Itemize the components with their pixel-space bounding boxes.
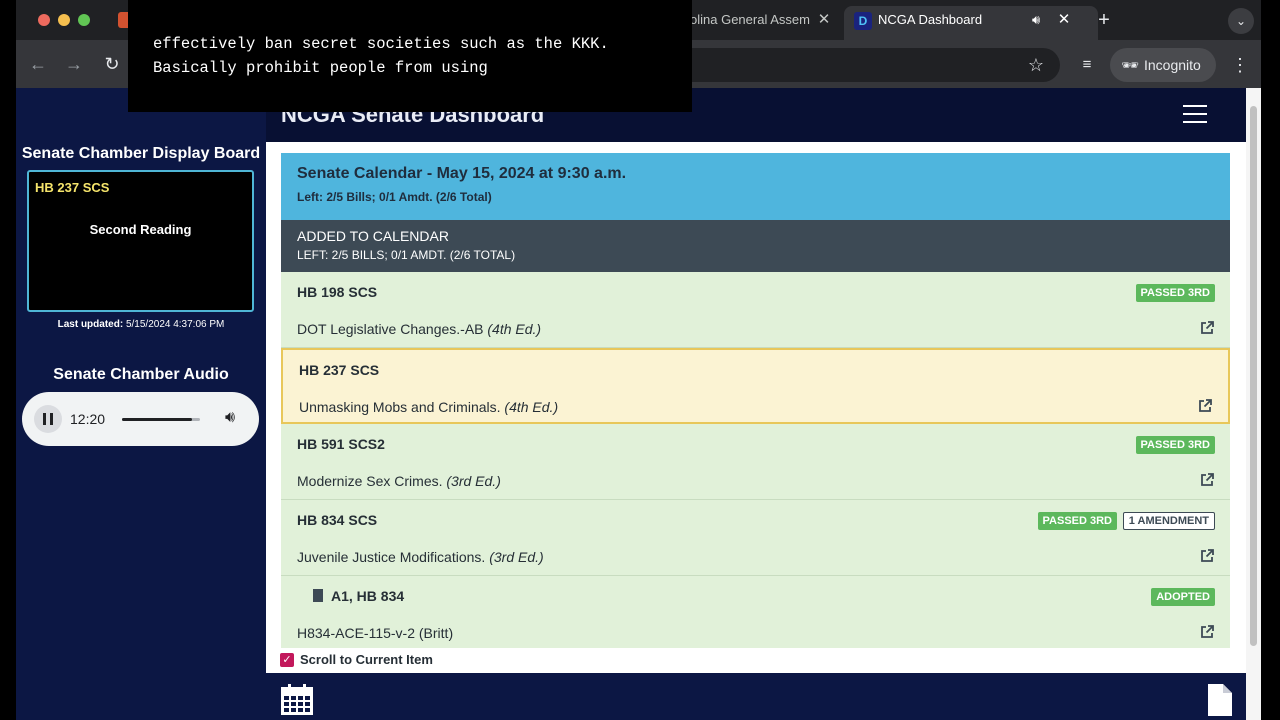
section-summary: LEFT: 2/5 BILLS; 0/1 AMDT. (2/6 TOTAL) <box>297 248 516 262</box>
item-edition: (4th Ed.) <box>487 321 542 337</box>
ncga-favicon-icon: D <box>854 12 872 30</box>
volume-icon[interactable]: 🔊︎ <box>218 406 242 430</box>
board-status: Second Reading <box>89 222 192 237</box>
item-bill-id: HB 834 SCS <box>297 512 378 528</box>
tab-close-icon[interactable]: ✕ <box>816 6 832 34</box>
section-title: ADDED TO CALENDAR <box>297 228 449 244</box>
item-edition: (3rd Ed.) <box>446 473 501 489</box>
back-arrow-icon[interactable]: ← <box>26 52 50 76</box>
external-link-icon[interactable] <box>1197 398 1213 414</box>
forward-arrow-icon[interactable]: → <box>62 52 86 76</box>
left-sidebar: Senate Chamber Display Board HB 237 SCS … <box>16 142 266 720</box>
status-badge: ADOPTED <box>1151 588 1215 606</box>
new-tab-button[interactable]: + <box>1092 8 1116 32</box>
tab-close-icon[interactable]: ✕ <box>1056 6 1072 34</box>
file-icon[interactable] <box>1208 684 1232 716</box>
item-title: Juvenile Justice Modifications. (3rd Ed.… <box>297 549 544 565</box>
browser-menu-icon[interactable]: ⋮ <box>1230 53 1250 77</box>
tab-ncga-dashboard[interactable]: D NCGA Dashboard 🔊︎ ✕ <box>844 6 1098 40</box>
calendar-summary: Left: 2/5 Bills; 0/1 Amdt. (2/6 Total) <box>297 190 492 204</box>
calendar-title: Senate Calendar - May 15, 2024 at 9:30 a… <box>297 165 627 182</box>
calendar-header: Senate Calendar - May 15, 2024 at 9:30 a… <box>281 153 1230 220</box>
scroll-checkbox[interactable]: ✓ <box>280 653 294 667</box>
document-icon <box>313 589 323 602</box>
close-window-button[interactable] <box>38 14 50 26</box>
media-controls-icon[interactable]: ≡ <box>1076 54 1098 76</box>
item-title-text: Unmasking Mobs and Criminals. <box>299 399 501 415</box>
chamber-display-board: HB 237 SCS Second Reading <box>27 170 254 312</box>
calendar-icon[interactable] <box>280 684 314 716</box>
calendar-item[interactable]: HB 834 SCS PASSED 3RD 1 AMENDMENT Juveni… <box>281 500 1230 576</box>
item-title-text: DOT Legislative Changes.-AB <box>297 321 484 337</box>
calendar-item[interactable]: HB 198 SCS PASSED 3RD DOT Legislative Ch… <box>281 272 1230 348</box>
calendar-item[interactable]: HB 591 SCS2 PASSED 3RD Modernize Sex Cri… <box>281 424 1230 500</box>
last-updated: Last updated: 5/15/2024 4:37:06 PM <box>16 319 266 330</box>
item-edition: (4th Ed.) <box>504 399 559 415</box>
external-link-icon[interactable] <box>1199 320 1215 336</box>
status-badge: PASSED 3RD <box>1135 436 1215 454</box>
item-title-text: Juvenile Justice Modifications. <box>297 549 486 565</box>
bookmark-star-icon[interactable]: ☆ <box>1024 53 1048 77</box>
external-link-icon[interactable] <box>1199 624 1215 640</box>
item-title: DOT Legislative Changes.-AB (4th Ed.) <box>297 321 541 337</box>
amendment-id-text: A1, HB 834 <box>331 588 405 604</box>
tab-title: NCGA Dashboard <box>878 12 983 27</box>
speaker-icon[interactable]: 🔊︎ <box>1032 6 1048 34</box>
dashboard-page: NCGA Senate Dashboard Senate Chamber Dis… <box>16 88 1261 720</box>
calendar-amendment-item[interactable]: A1, HB 834 ADOPTED H834-ACE-115-v-2 (Bri… <box>281 576 1230 648</box>
amendment-count-badge[interactable]: 1 AMENDMENT <box>1122 512 1215 530</box>
external-link-icon[interactable] <box>1199 548 1215 564</box>
screen: olina General Assem ✕ D NCGA Dashboard 🔊… <box>0 0 1280 720</box>
tab-general-assembly[interactable]: olina General Assem ✕ <box>676 6 844 40</box>
scrollbar-thumb[interactable] <box>1250 106 1257 646</box>
page-scrollbar[interactable] <box>1246 88 1261 720</box>
item-title: H834-ACE-115-v-2 (Britt) <box>297 625 454 641</box>
caption-overlay: effectively ban secret societies such as… <box>128 0 692 112</box>
calendar-items: HB 198 SCS PASSED 3RD DOT Legislative Ch… <box>281 272 1230 648</box>
incognito-profile-button[interactable]: 🕶︎ Incognito <box>1110 48 1216 82</box>
display-board-title: Senate Chamber Display Board <box>21 145 261 162</box>
last-updated-value: 5/15/2024 4:37:06 PM <box>125 319 225 330</box>
item-bill-id: HB 591 SCS2 <box>297 436 385 452</box>
hamburger-icon[interactable] <box>1183 105 1207 124</box>
calendar-panel: Senate Calendar - May 15, 2024 at 9:30 a… <box>266 142 1246 673</box>
board-bill-number: HB 237 SCS <box>35 180 110 195</box>
audio-progress-slider[interactable] <box>122 418 200 421</box>
tab-title: olina General Assem <box>690 12 810 27</box>
item-bill-id: HB 237 SCS <box>299 362 380 378</box>
scroll-label: Scroll to Current Item <box>300 652 433 667</box>
status-badge: PASSED 3RD <box>1135 284 1215 302</box>
item-title-text: Modernize Sex Crimes. <box>297 473 443 489</box>
incognito-icon: 🕶︎ <box>1121 57 1139 73</box>
audio-progress-fill <box>122 418 193 421</box>
caption-line: effectively ban secret societies such as… <box>153 35 609 53</box>
caption-line: Basically prohibit people from using <box>153 59 488 77</box>
section-header: ADDED TO CALENDAR LEFT: 2/5 BILLS; 0/1 A… <box>281 220 1230 272</box>
external-link-icon[interactable] <box>1199 472 1215 488</box>
item-edition: (3rd Ed.) <box>489 549 544 565</box>
fullscreen-window-button[interactable] <box>78 14 90 26</box>
minimize-window-button[interactable] <box>58 14 70 26</box>
last-updated-label: Last updated: <box>57 319 124 330</box>
profile-label: Incognito <box>1144 57 1201 73</box>
tab-search-button[interactable]: ⌄ <box>1228 8 1254 34</box>
item-bill-id: HB 198 SCS <box>297 284 378 300</box>
item-title: Unmasking Mobs and Criminals. (4th Ed.) <box>299 399 558 415</box>
status-badge: PASSED 3RD <box>1037 512 1117 530</box>
item-title: Modernize Sex Crimes. (3rd Ed.) <box>297 473 501 489</box>
pause-button[interactable] <box>34 405 62 433</box>
audio-time: 12:20 <box>70 411 106 427</box>
audio-player: 12:20 🔊︎ <box>22 392 259 446</box>
item-amendment-id: A1, HB 834 <box>313 588 404 604</box>
audio-title: Senate Chamber Audio <box>53 366 229 383</box>
reload-icon[interactable]: ↻ <box>100 52 124 76</box>
calendar-item-current[interactable]: HB 237 SCS Unmasking Mobs and Criminals.… <box>281 348 1230 424</box>
